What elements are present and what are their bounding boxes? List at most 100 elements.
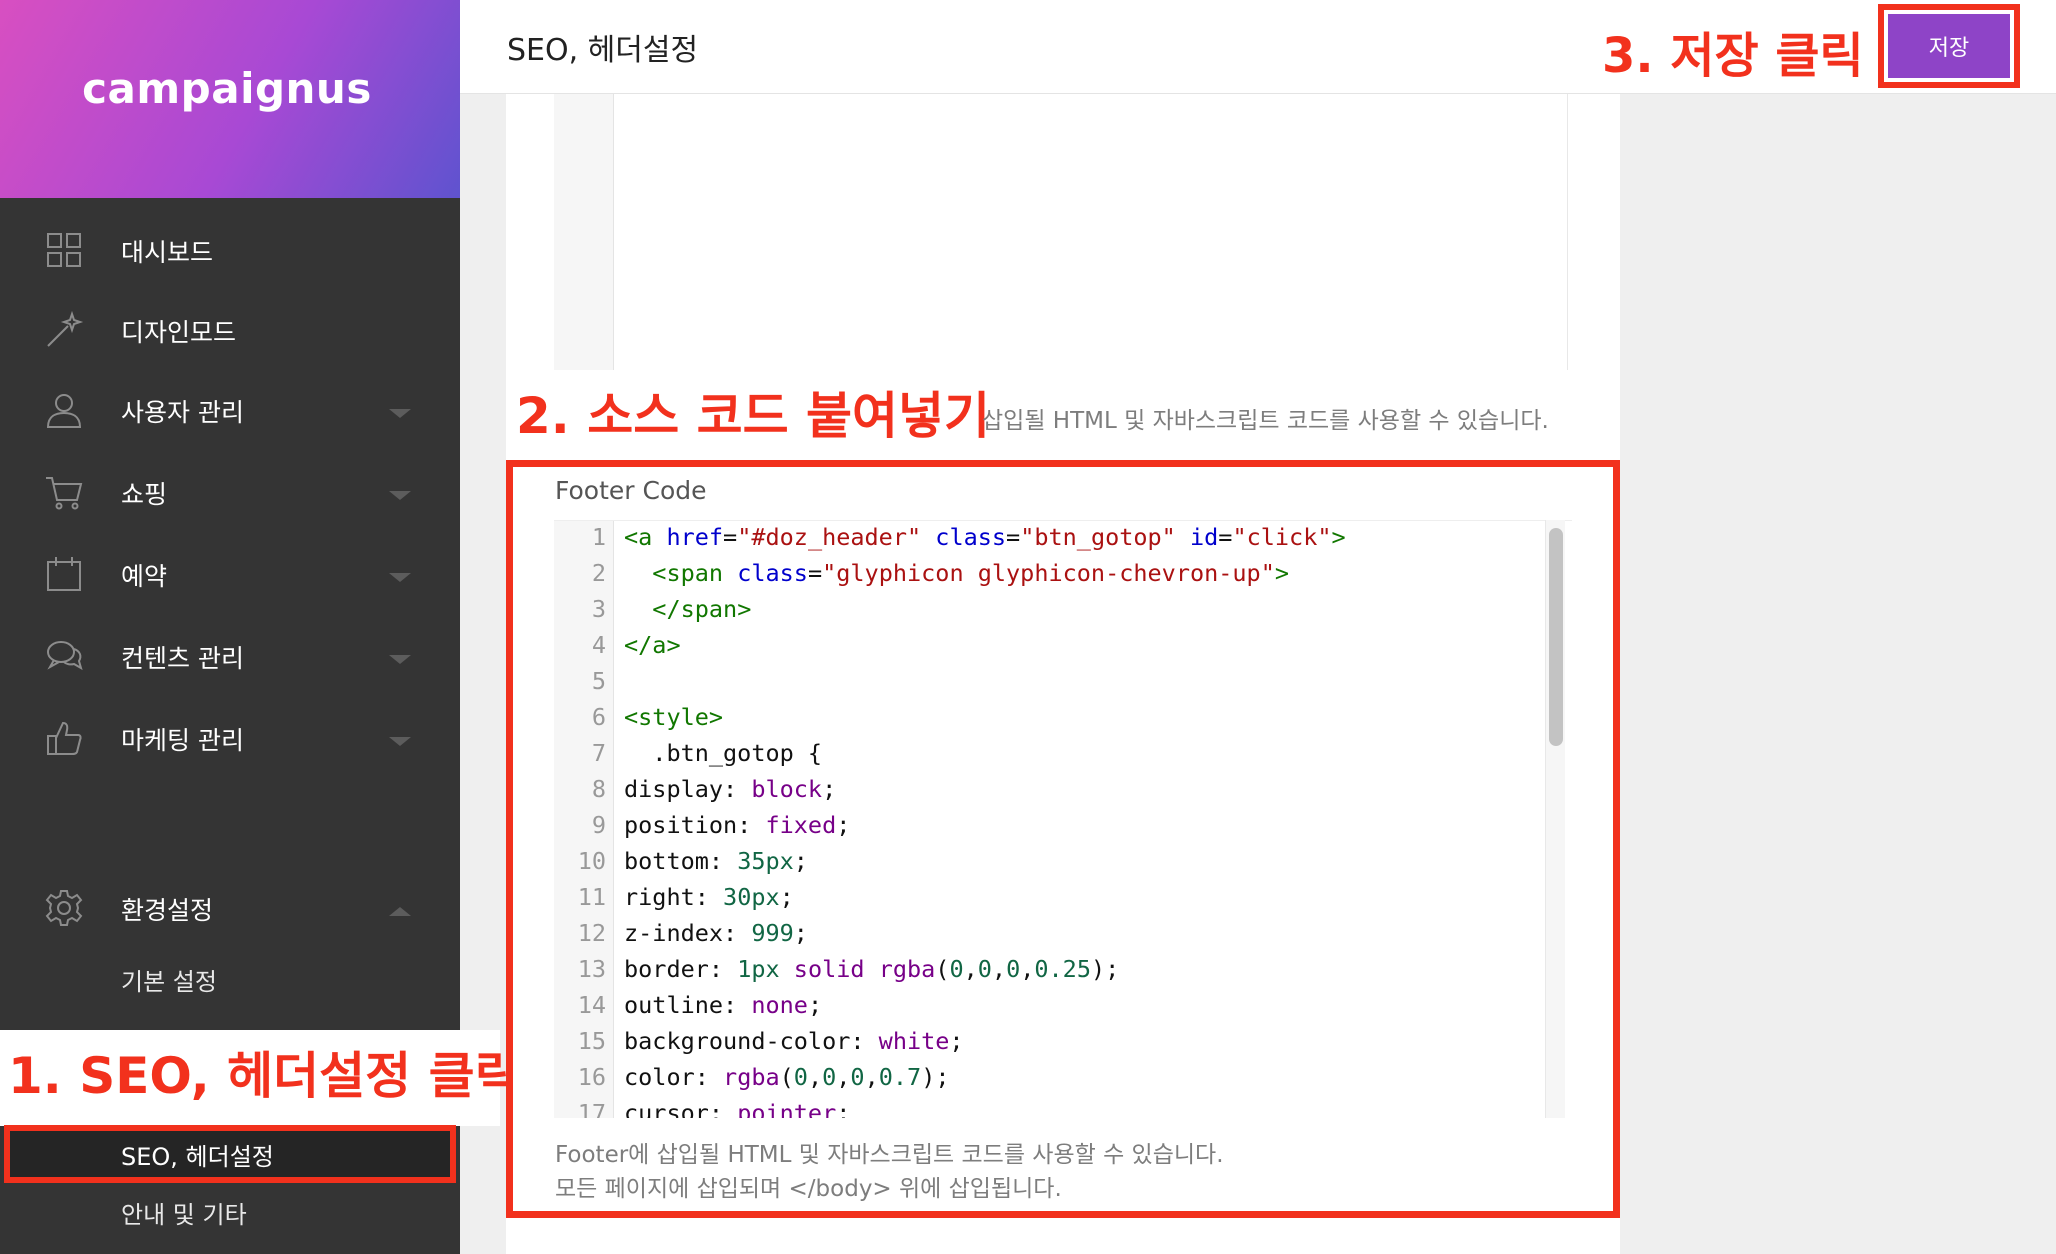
grid-icon <box>47 233 81 267</box>
line-number: 6 <box>591 703 606 731</box>
sidebar-subitem-guide-etc[interactable]: 안내 및 기타 <box>121 1195 247 1230</box>
code-text: color: rgba(0,0,0,0.7); <box>624 1063 950 1091</box>
code-text: </a> <box>624 631 681 659</box>
chevron-down-icon[interactable] <box>389 737 411 746</box>
user-icon <box>46 394 82 428</box>
line-number: 1 <box>591 523 606 551</box>
footer-code-editor[interactable]: 1 <a href="#doz_header" class="btn_gotop"… <box>554 520 1572 1118</box>
line-number: 8 <box>591 775 606 803</box>
save-button[interactable]: 저장 <box>1888 14 2010 78</box>
chevron-down-icon[interactable] <box>389 573 411 582</box>
sidebar-item-settings[interactable]: 환경설정 <box>0 870 460 950</box>
code-line[interactable]: 17 cursor: pointer; <box>554 1099 1554 1118</box>
line-number: 5 <box>591 667 606 695</box>
footer-code-help: Footer에 삽입될 HTML 및 자바스크립트 코드를 사용할 수 있습니다… <box>555 1142 1224 1168</box>
sidebar-item-content-management[interactable]: 컨텐츠 관리 <box>0 618 460 698</box>
footer-code-help-insertion: 모든 페이지에 삽입되며 </body> 위에 삽입됩니다. <box>555 1176 1062 1202</box>
code-line[interactable]: 4 </a> <box>554 631 1554 667</box>
code-line[interactable]: 3 </span> <box>554 595 1554 631</box>
line-number: 10 <box>577 847 606 875</box>
sidebar-item-reservation[interactable]: 예약 <box>0 536 460 616</box>
code-text: right: 30px; <box>624 883 794 911</box>
chat-bubbles-icon <box>47 641 83 671</box>
sidebar-subitem-seo-header-label[interactable]: SEO, 헤더설정 <box>121 1137 274 1172</box>
code-line[interactable]: 2 <span class="glyphicon glyphicon-chevr… <box>554 559 1554 595</box>
line-number: 4 <box>591 631 606 659</box>
logo-area: campaignus <box>0 0 460 198</box>
line-number: 9 <box>591 811 606 839</box>
page-title: SEO, 헤더설정 <box>507 33 699 68</box>
cart-icon <box>46 477 83 510</box>
line-number: 17 <box>577 1099 606 1118</box>
header-code-editor[interactable] <box>554 94 1568 370</box>
sidebar-item-design-mode[interactable]: 디자인모드 <box>0 292 460 372</box>
line-number: 14 <box>577 991 606 1019</box>
code-text: <a href="#doz_header" class="btn_gotop" … <box>624 523 1346 551</box>
annotation-step1: 1. SEO, 헤더설정 클릭 <box>8 1047 521 1105</box>
code-line[interactable]: 16 color: rgba(0,0,0,0.7); <box>554 1063 1554 1099</box>
sidebar-item-label: 대시보드 <box>121 238 214 267</box>
editor-scrollbar[interactable] <box>1545 520 1565 1118</box>
code-line[interactable]: 6 <style> <box>554 703 1554 739</box>
code-line[interactable]: 10 bottom: 35px; <box>554 847 1554 883</box>
code-line[interactable]: 14 outline: none; <box>554 991 1554 1027</box>
line-number: 16 <box>577 1063 606 1091</box>
code-text: bottom: 35px; <box>624 847 808 875</box>
sidebar-item-label: 쇼핑 <box>121 480 168 509</box>
sidebar-item-label: 컨텐츠 관리 <box>121 644 244 673</box>
sidebar-item-dashboard[interactable]: 대시보드 <box>0 212 460 292</box>
code-text: outline: none; <box>624 991 823 1019</box>
line-number: 12 <box>577 919 606 947</box>
code-line[interactable]: 1 <a href="#doz_header" class="btn_gotop"… <box>554 523 1554 559</box>
sidebar-item-marketing-management[interactable]: 마케팅 관리 <box>0 700 460 780</box>
header-code-help: 삽입될 HTML 및 자바스크립트 코드를 사용할 수 있습니다. <box>982 408 1549 434</box>
line-number: 2 <box>591 559 606 587</box>
sidebar: campaignus 대시보드 디자인모드 사용자 관리 쇼핑 예약 컨텐츠 관… <box>0 0 521 1254</box>
code-line[interactable]: 15 background-color: white; <box>554 1027 1554 1063</box>
thumbs-up-icon <box>47 721 82 755</box>
code-line[interactable]: 7 .btn_gotop { <box>554 739 1554 775</box>
sidebar-item-label: 예약 <box>121 562 168 591</box>
sidebar-item-label: 환경설정 <box>121 896 214 925</box>
header-code-gutter <box>554 94 614 370</box>
line-number: 7 <box>591 739 606 767</box>
footer-code-label: Footer Code <box>555 476 707 505</box>
code-text: cursor: pointer; <box>624 1099 851 1118</box>
line-number: 13 <box>577 955 606 983</box>
code-text: display: block; <box>624 775 837 803</box>
chevron-down-icon[interactable] <box>389 491 411 500</box>
annotation-step3: 3. 저장 클릭 <box>1602 28 1864 84</box>
code-line[interactable]: 11 right: 30px; <box>554 883 1554 919</box>
magic-wand-icon <box>47 310 84 347</box>
sidebar-item-user-management[interactable]: 사용자 관리 <box>0 372 460 452</box>
line-number: 11 <box>577 883 606 911</box>
sidebar-item-label: 마케팅 관리 <box>121 726 244 755</box>
code-text: <span class="glyphicon glyphicon-chevron… <box>652 559 1290 587</box>
sidebar-item-label: 사용자 관리 <box>121 398 244 427</box>
code-line[interactable]: 8 display: block; <box>554 775 1554 811</box>
code-text: background-color: white; <box>624 1027 964 1055</box>
code-line[interactable]: 5 <box>554 667 1554 703</box>
sidebar-item-label: 디자인모드 <box>121 318 237 347</box>
code-text: z-index: 999; <box>624 919 808 947</box>
line-number: 15 <box>577 1027 606 1055</box>
code-text: position: fixed; <box>624 811 851 839</box>
code-line[interactable]: 13 border: 1px solid rgba(0,0,0,0.25); <box>554 955 1554 991</box>
code-line[interactable]: 12 z-index: 999; <box>554 919 1554 955</box>
chevron-down-icon[interactable] <box>389 655 411 664</box>
code-text: <style> <box>624 703 724 731</box>
code-text: </span> <box>652 595 752 623</box>
sidebar-subitem-basic-settings[interactable]: 기본 설정 <box>121 962 217 997</box>
code-line[interactable]: 9 position: fixed; <box>554 811 1554 847</box>
editor-scrollbar-thumb[interactable] <box>1549 528 1563 746</box>
chevron-down-icon[interactable] <box>389 409 411 418</box>
annotation-step2: 2. 소스 코드 붙여넣기 <box>516 387 991 445</box>
code-text: .btn_gotop { <box>624 739 823 767</box>
calendar-icon <box>47 557 81 591</box>
campaignus-logo[interactable]: campaignus <box>0 64 454 113</box>
line-number: 3 <box>591 595 606 623</box>
code-text: border: 1px solid rgba(0,0,0,0.25); <box>624 955 1120 983</box>
sidebar-item-shopping[interactable]: 쇼핑 <box>0 454 460 534</box>
gear-icon <box>45 890 83 926</box>
chevron-up-icon[interactable] <box>389 907 411 916</box>
